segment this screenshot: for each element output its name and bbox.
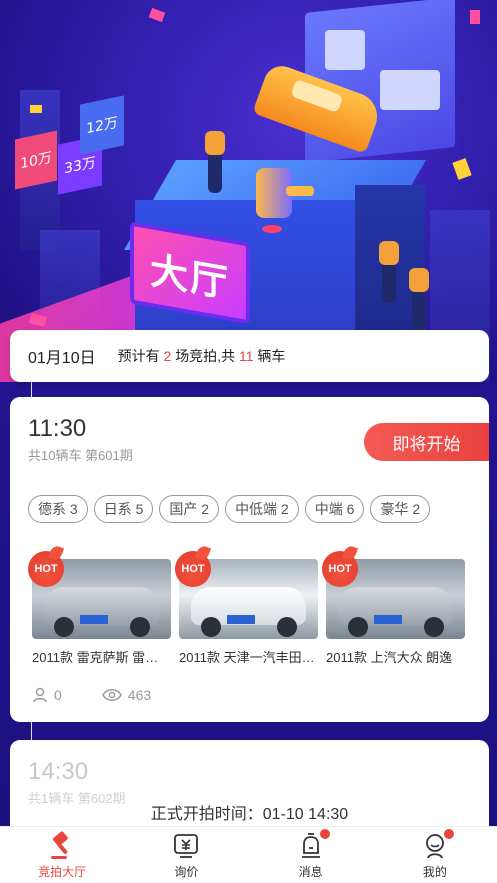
tab-mine[interactable]: 我的 <box>373 827 497 883</box>
unread-dot <box>443 828 454 839</box>
category-tag[interactable]: 豪华 2 <box>370 495 431 523</box>
category-tag[interactable]: 国产 2 <box>159 495 220 523</box>
category-tag[interactable]: 中端 6 <box>304 495 365 523</box>
session-stats: 0 463 <box>32 687 191 703</box>
car-title: 2011款 天津一汽丰田威驰 <box>179 650 318 665</box>
coming-soon-button[interactable]: 即将开始 <box>364 423 489 461</box>
category-tags: 德系 3 日系 5 国产 2 中低端 2 中端 6 豪华 2 <box>28 495 431 523</box>
category-tag[interactable]: 德系 3 <box>28 495 88 523</box>
auction-summary: 预计有 2 场竞拍,共 11 辆车 <box>117 348 286 364</box>
bidder-count: 0 <box>32 687 62 703</box>
tab-label: 竞拍大厅 <box>38 864 87 879</box>
car-card[interactable]: HOT 2011款 天津一汽丰田威驰 <box>175 551 318 666</box>
gavel-illustration <box>256 168 314 218</box>
session-time: 14:30 <box>28 758 89 785</box>
tab-inquiry[interactable]: 询价 <box>124 827 248 883</box>
price-card: 10万 <box>15 130 57 190</box>
tab-label: 询价 <box>174 864 199 879</box>
tab-label: 我的 <box>422 864 447 879</box>
car-card[interactable]: HOT 2011款 雷克萨斯 雷克萨斯RX <box>28 551 171 666</box>
car-title: 2011款 雷克萨斯 雷克萨斯RX <box>32 650 171 665</box>
hot-badge: HOT <box>322 551 358 587</box>
category-tag[interactable]: 中低端 2 <box>225 495 299 523</box>
price-card: 12万 <box>80 95 124 155</box>
tab-label: 消息 <box>298 864 323 879</box>
hot-badge: HOT <box>28 551 64 587</box>
session-time: 11:30 <box>28 415 87 442</box>
session-open-time: 正式开拍时间：01-10 14:30 <box>150 806 349 823</box>
car-card[interactable]: HOT 2011款 上汽大众 朗逸 <box>322 551 465 666</box>
session-subtitle: 共10辆车 第601期 <box>28 448 133 463</box>
gavel-icon <box>51 830 68 859</box>
price-tag-icon <box>174 833 199 858</box>
auction-date-bar: 01月10日 预计有 2 场竞拍,共 11 辆车 <box>10 330 489 382</box>
tab-messages[interactable]: 消息 <box>249 827 373 883</box>
bottom-tab-bar: 竞拍大厅 询价 消息 我的 <box>0 826 497 883</box>
hot-badge: HOT <box>175 551 211 587</box>
auction-date: 01月10日 <box>28 350 96 367</box>
car-list: HOT 2011款 雷克萨斯 雷克萨斯RX HOT 2011款 天津一汽丰田威驰… <box>28 551 465 666</box>
eye-icon <box>101 689 122 701</box>
category-tag[interactable]: 日系 5 <box>93 495 154 523</box>
unread-dot <box>319 828 330 839</box>
tab-auction-hall[interactable]: 竞拍大厅 <box>0 827 124 883</box>
view-count: 463 <box>101 687 151 703</box>
car-title: 2011款 上汽大众 朗逸 <box>326 650 453 665</box>
auction-session-card[interactable]: 11:30 共10辆车 第601期 即将开始 德系 3 日系 5 国产 2 中低… <box>10 397 489 722</box>
person-icon <box>33 687 47 703</box>
